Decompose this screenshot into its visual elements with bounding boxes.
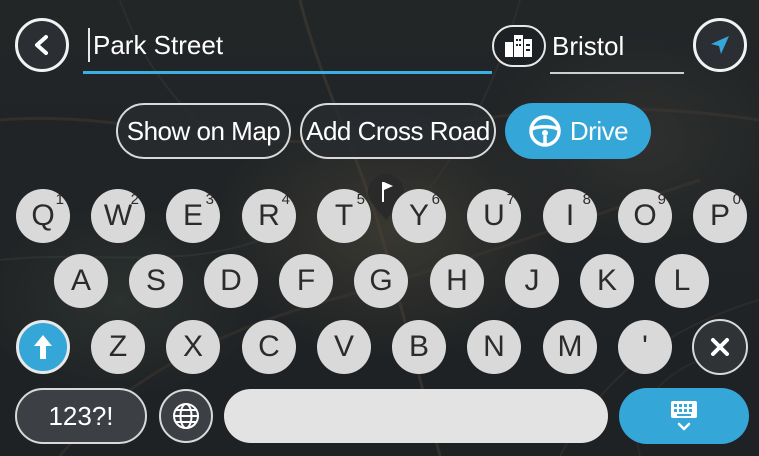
shift-arrow-icon [34,335,52,359]
back-arrow-icon [35,35,48,55]
key-w[interactable]: W2 [91,189,145,243]
key-label: F [296,264,316,297]
key-label: L [673,264,691,297]
key-a[interactable]: A [54,254,108,308]
language-key[interactable] [159,389,213,443]
key-sup-label: 3 [205,191,214,208]
key-u[interactable]: U7 [467,189,521,243]
city-selector-button[interactable] [492,25,546,67]
space-key[interactable] [224,389,608,443]
key-label: M [557,330,583,363]
key-sup-label: 9 [657,191,666,208]
back-button[interactable] [15,18,69,72]
current-location-button[interactable] [693,18,747,72]
key-i[interactable]: I8 [543,189,597,243]
key-label: T [334,199,354,232]
key-label: O [633,199,657,232]
key-label: C [258,330,280,363]
city-input[interactable]: Bristol [550,20,684,74]
key-sup-label: 7 [506,191,515,208]
search-input[interactable]: Park Street [83,20,492,74]
key-label: A [70,264,91,297]
location-arrow-icon [711,36,729,54]
add-cross-road-button[interactable]: Add Cross Road [300,103,496,159]
key-sup-label: 6 [431,191,440,208]
key-label: W [103,199,133,232]
key-h[interactable]: H [430,254,484,308]
key-label: ' [642,330,648,363]
drive-label: Drive [569,115,629,146]
key-label: V [333,330,354,363]
drive-button[interactable]: Drive [505,103,651,159]
key-b[interactable]: B [392,320,446,374]
key-k[interactable]: K [580,254,634,308]
text-caret [88,28,90,62]
key-label: D [220,264,242,297]
key-sup-label: 8 [582,191,591,208]
key-label: G [369,264,393,297]
key-label: U [483,199,505,232]
key-label: Q [31,199,55,232]
key-y[interactable]: Y6 [392,189,446,243]
steering-wheel-icon [529,115,561,147]
search-input-value: Park Street [93,30,224,60]
key-label: S [145,264,166,297]
key-q[interactable]: Q1 [16,189,70,243]
key-l[interactable]: L [655,254,709,308]
key-f[interactable]: F [279,254,333,308]
key-label: Z [108,330,128,363]
key-s[interactable]: S [129,254,183,308]
key-sup-label: 2 [130,191,139,208]
numbers-symbols-label: 123?! [48,400,114,431]
key-label: B [408,330,429,363]
add-cross-road-label: Add Cross Road [306,115,490,146]
key-label: K [596,264,617,297]
key-label: J [524,264,540,297]
key-apostrophe[interactable]: ' [618,320,672,374]
key-d[interactable]: D [204,254,258,308]
key-r[interactable]: R4 [242,189,296,243]
key-label: H [446,264,468,297]
key-g[interactable]: G [354,254,408,308]
key-label: X [182,330,203,363]
shift-key[interactable] [16,320,70,374]
backspace-x-icon [711,338,729,356]
key-p[interactable]: P0 [693,189,747,243]
key-label: N [483,330,505,363]
key-z[interactable]: Z [91,320,145,374]
key-j[interactable]: J [505,254,559,308]
city-input-value: Bristol [552,30,625,61]
keyboard-hide-icon [671,401,697,431]
globe-icon [173,403,199,429]
key-o[interactable]: O9 [618,189,672,243]
key-c[interactable]: C [242,320,296,374]
numbers-symbols-key[interactable]: 123?! [15,388,147,444]
key-sup-label: 5 [356,191,365,208]
key-label: Y [408,199,429,232]
show-on-map-button[interactable]: Show on Map [116,103,291,159]
hide-keyboard-key[interactable] [619,388,749,444]
key-sup-label: 4 [281,191,290,208]
backspace-key[interactable] [692,319,748,375]
key-label: R [258,199,280,232]
city-buildings-icon [505,35,532,57]
key-m[interactable]: M [543,320,597,374]
key-v[interactable]: V [317,320,371,374]
key-n[interactable]: N [467,320,521,374]
key-e[interactable]: E3 [166,189,220,243]
show-on-map-label: Show on Map [126,115,281,146]
key-sup-label: 1 [55,191,64,208]
key-label: E [182,199,203,232]
key-label: P [709,199,730,232]
key-sup-label: 0 [732,191,741,208]
key-x[interactable]: X [166,320,220,374]
key-label: I [565,199,575,232]
key-t[interactable]: T5 [317,189,371,243]
